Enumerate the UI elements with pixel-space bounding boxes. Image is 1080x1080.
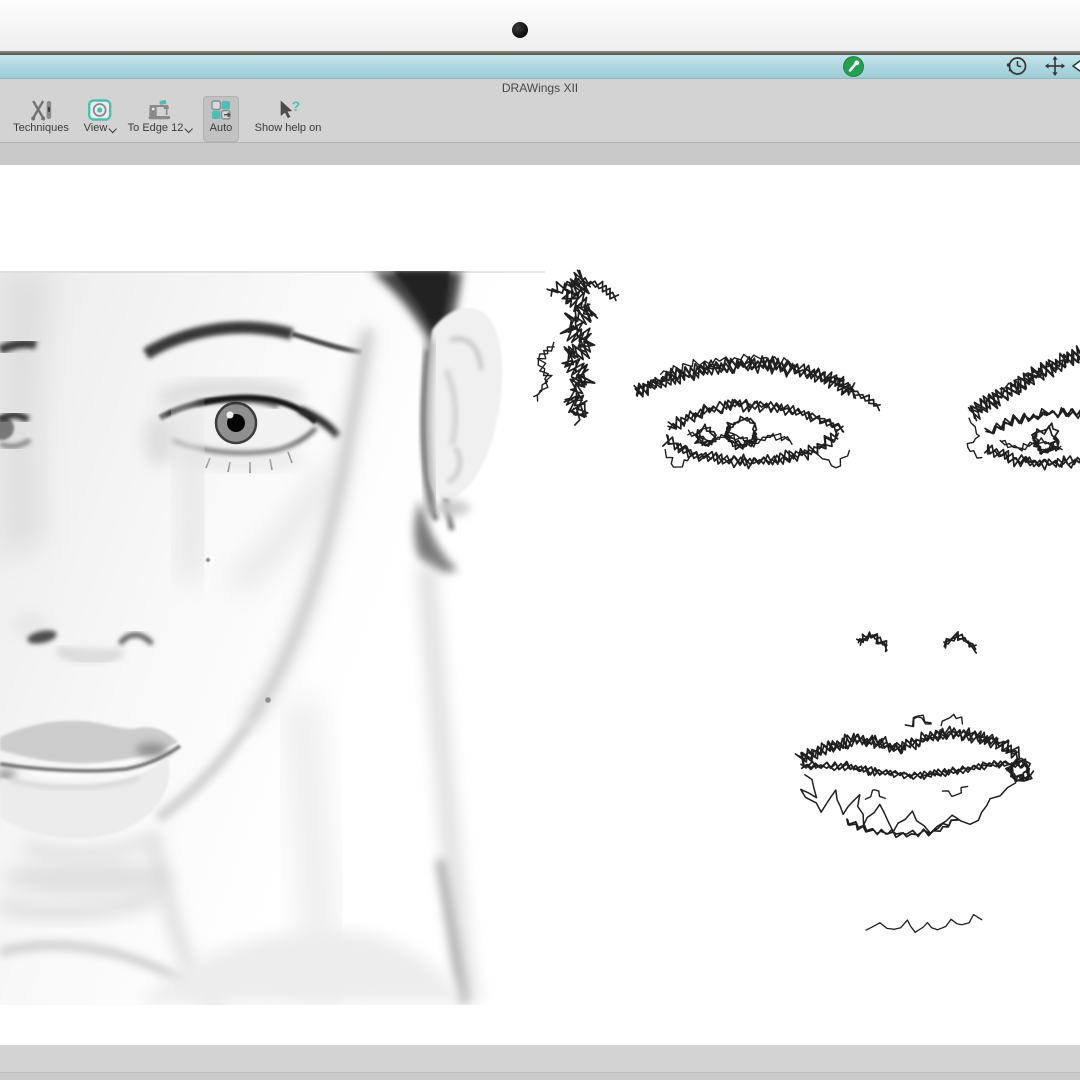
app-screen: DRAWings XII Techniques <box>0 0 1080 1080</box>
chevron-down-icon <box>109 126 116 133</box>
laptop-bezel-top <box>0 0 1080 51</box>
sewing-machine-icon <box>147 98 173 122</box>
move-icon[interactable] <box>1044 55 1066 77</box>
pin-badge-icon[interactable] <box>843 56 864 77</box>
toolbar-button-label: Auto <box>210 122 233 135</box>
toolbar-button-label: Show help on <box>255 122 322 135</box>
toolbar-button-label: View <box>84 122 108 135</box>
toolbar-button-to-edge[interactable]: To Edge 12 <box>123 96 198 142</box>
auto-grid-icon <box>208 98 234 122</box>
toolbar-lower-strip <box>0 142 1080 166</box>
view-icon <box>87 98 113 122</box>
toolbar-button-show-help[interactable]: ? Show help on <box>250 96 327 142</box>
help-cursor-icon: ? <box>275 98 301 122</box>
window-title: DRAWings XII <box>0 81 1080 95</box>
tag-icon[interactable] <box>1070 55 1080 77</box>
laptop-bezel-bottom <box>0 1045 1080 1080</box>
toolbar-button-view[interactable]: View <box>79 96 122 142</box>
toolbar-button-label: To Edge 12 <box>128 122 184 135</box>
design-canvas[interactable] <box>0 165 1080 1045</box>
toolbar-button-techniques[interactable]: Techniques <box>8 96 74 142</box>
window-strip <box>0 55 1080 79</box>
toolbar-button-label: Techniques <box>13 122 69 135</box>
stitch-outline-preview[interactable] <box>534 270 1080 932</box>
techniques-icon <box>28 98 54 122</box>
svg-text:?: ? <box>292 98 301 114</box>
titlebar-toolbar: DRAWings XII Techniques <box>0 79 1080 142</box>
chevron-down-icon <box>185 126 192 133</box>
toolbar-button-auto[interactable]: Auto <box>203 96 239 142</box>
webcam-icon <box>512 22 528 38</box>
history-icon[interactable] <box>1006 55 1028 77</box>
portrait-photo[interactable] <box>0 271 545 1005</box>
